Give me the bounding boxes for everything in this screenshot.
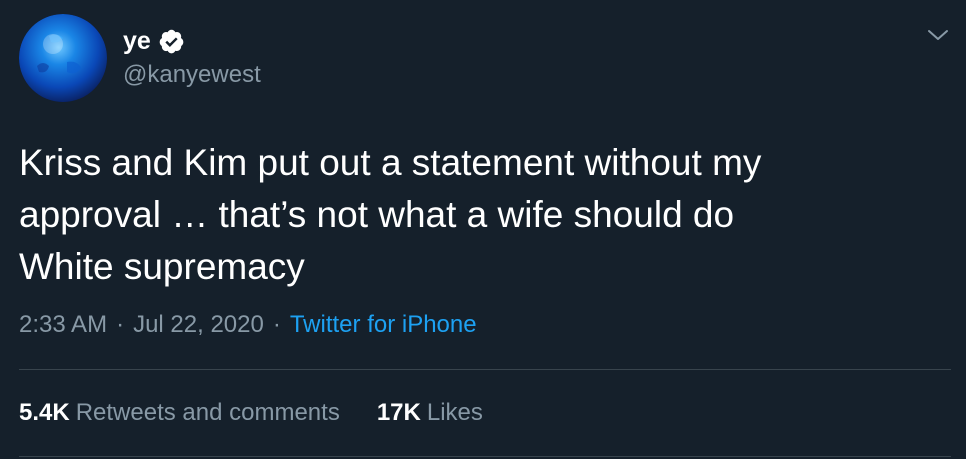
tweet-source-link[interactable]: Twitter for iPhone (290, 311, 477, 338)
tweet-text-line: approval … that’s not what a wife should… (19, 194, 735, 235)
author-name-row: ye (123, 26, 185, 56)
likes-label: Likes (426, 399, 483, 426)
tweet-time[interactable]: 2:33 AM (19, 311, 107, 338)
tweet-text-line: Kriss and Kim put out a statement withou… (19, 142, 762, 183)
retweets-stat[interactable]: 5.4K Retweets and comments (19, 397, 340, 429)
author-handle[interactable]: @kanyewest (123, 60, 261, 90)
divider (19, 369, 951, 370)
author-display-name[interactable]: ye (123, 26, 151, 56)
likes-stat[interactable]: 17K Likes (377, 397, 483, 429)
chevron-down-icon[interactable] (925, 25, 951, 45)
likes-count: 17K (376, 399, 421, 426)
tweet-text-line: White supremacy (19, 246, 305, 287)
tweet-text: Kriss and Kim put out a statement withou… (19, 137, 949, 293)
retweets-label: Retweets and comments (75, 399, 340, 426)
tweet-card: ye @kanyewest Kriss and Kim put out a st… (0, 0, 966, 459)
earth-avatar-image (19, 14, 107, 102)
divider (19, 456, 951, 457)
tweet-date[interactable]: Jul 22, 2020 (133, 311, 264, 338)
meta-separator: · (116, 311, 125, 338)
verified-badge-icon (158, 28, 185, 55)
tweet-stats: 5.4K Retweets and comments 17K Likes (19, 397, 483, 429)
retweets-count: 5.4K (19, 399, 70, 426)
avatar[interactable] (19, 14, 107, 102)
meta-separator: · (272, 311, 281, 338)
tweet-meta: 2:33 AM · Jul 22, 2020 · Twitter for iPhone (19, 309, 477, 341)
